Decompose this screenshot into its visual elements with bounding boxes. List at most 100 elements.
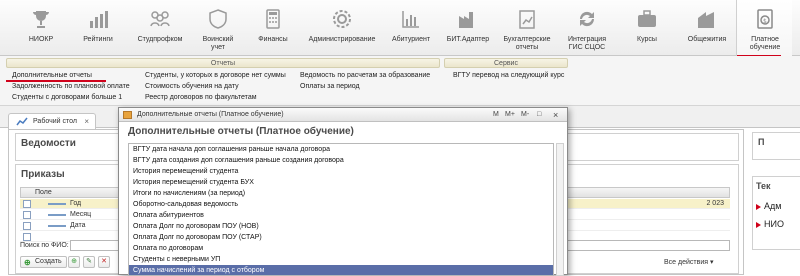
- toolbar-item-label: Бухгалтерские отчеты: [503, 36, 551, 51]
- list-item[interactable]: Студенты с неверными УП: [129, 254, 553, 265]
- tab-desktop[interactable]: Рабочий стол ×: [8, 113, 96, 129]
- create-button[interactable]: ⊕ Создать: [20, 256, 67, 268]
- calculator-icon: [266, 9, 280, 29]
- link-next-course-transfer[interactable]: ВГТУ перевод на следующий курс: [453, 72, 564, 79]
- toolbar-item-label: Платное обучение: [749, 36, 781, 51]
- toolbar-item-dormitories[interactable]: Общежития: [678, 0, 736, 56]
- row-checkbox[interactable]: [23, 222, 31, 230]
- arrow-right-icon: [756, 204, 761, 210]
- memory-plus-button[interactable]: M+: [505, 110, 515, 120]
- row-checkbox[interactable]: [23, 200, 31, 208]
- list-item-selected[interactable]: Сумма начислений за период с отбором: [129, 265, 553, 275]
- people-icon: [150, 11, 170, 27]
- memory-minus-button[interactable]: M-: [521, 110, 529, 120]
- add-icon: ⊕: [24, 258, 31, 267]
- toolbar-item-label: Абитуриент: [391, 36, 431, 43]
- toolbar-item-finance[interactable]: Финансы: [244, 0, 302, 56]
- payment-icon: $: [756, 9, 773, 29]
- grid-header-field: Поле: [35, 189, 52, 196]
- group-header-reports: Отчеты: [6, 58, 440, 68]
- link-students-multiple-contracts[interactable]: Студенты с договорами больше 1: [12, 94, 122, 101]
- arrow-right-icon: [756, 222, 761, 228]
- row-name: Месяц: [70, 211, 92, 218]
- toolbar-item-military[interactable]: Воинский учет: [192, 0, 244, 56]
- delete-button[interactable]: ✕: [98, 256, 110, 268]
- list-item[interactable]: Итоги по начислениям (за период): [129, 188, 553, 199]
- create-button-label: Создать: [35, 258, 62, 265]
- search-label: Поиск по ФИО:: [20, 242, 69, 249]
- toolbar-item-bit-adapter[interactable]: БИТ.Адаптер: [440, 0, 496, 56]
- list-item[interactable]: Оплата по договорам: [129, 243, 553, 254]
- dialog-titlebar[interactable]: Дополнительные отчеты (Платное обучение)…: [119, 108, 567, 122]
- section-toolbar: НИОКР Рейтинги Студпрофком Воинский учет…: [0, 0, 800, 57]
- edit-button[interactable]: ✎: [83, 256, 95, 268]
- copy-button[interactable]: ⊕: [68, 256, 80, 268]
- row-indent-marker: [48, 214, 66, 216]
- bar-chart-icon: [90, 11, 108, 28]
- right-tech-title: Тек: [756, 181, 771, 191]
- toolbar-item-paid-education[interactable]: $ Платное обучение: [736, 0, 792, 56]
- list-item[interactable]: История перемещений студента БУХ: [129, 177, 553, 188]
- link-education-settlement[interactable]: Ведомость по расчетам за образование: [300, 72, 430, 79]
- toolbar-item-label: Интеграция ГИС СЦОС: [568, 36, 606, 51]
- link-payments-period[interactable]: Оплаты за период: [300, 83, 360, 90]
- shield-icon: [209, 9, 227, 29]
- toolbar-item-ratings[interactable]: Рейтинги: [68, 0, 128, 56]
- right-item-nio[interactable]: НИО: [764, 219, 784, 229]
- list-scrollbar[interactable]: [556, 143, 564, 276]
- home-icon: [16, 117, 28, 126]
- row-name: Дата: [70, 222, 86, 229]
- list-item[interactable]: История перемещений студента: [129, 166, 553, 177]
- report-icon: [519, 10, 535, 29]
- row-indent-marker: [48, 225, 66, 227]
- row-checkbox[interactable]: [23, 211, 31, 219]
- link-contracts-by-faculty[interactable]: Реестр договоров по факультетам: [145, 94, 257, 101]
- dialog-heading: Дополнительные отчеты (Платное обучение): [128, 126, 354, 137]
- toolbar-item-label: БИТ.Адаптер: [446, 36, 490, 43]
- toolbar-item-studprofkom[interactable]: Студпрофком: [128, 0, 192, 56]
- building-icon: [698, 12, 714, 28]
- briefcase-icon: [638, 10, 656, 27]
- memory-button[interactable]: M: [493, 110, 499, 120]
- right-item-adm[interactable]: Адм: [764, 201, 781, 211]
- close-button[interactable]: ×: [553, 110, 558, 120]
- list-item[interactable]: Оплата Долг по договорам ПОУ (НОВ): [129, 221, 553, 232]
- toolbar-item-gis-integration[interactable]: Интеграция ГИС СЦОС: [558, 0, 616, 56]
- pencil-icon: ✎: [86, 258, 92, 265]
- close-icon[interactable]: ×: [84, 117, 89, 126]
- maximize-button[interactable]: □: [537, 110, 541, 120]
- list-item[interactable]: ВГТУ дата создания доп соглашения раньше…: [129, 155, 553, 166]
- toolbar-item-label: Финансы: [258, 36, 288, 43]
- right-panel: П Тек Адм НИО: [748, 129, 800, 275]
- list-item[interactable]: Оплата Долг по договорам ПОУ (СТАР): [129, 232, 553, 243]
- window-icon: [123, 111, 132, 119]
- link-cost-on-date[interactable]: Стоимость обучения на дату: [145, 83, 239, 90]
- toolbar-item-courses[interactable]: Курсы: [616, 0, 678, 56]
- list-item[interactable]: ВГТУ дата начала доп соглашения раньше н…: [129, 144, 553, 155]
- all-actions-menu[interactable]: Все действия ▾: [664, 258, 713, 266]
- toolbar-item-accounting-reports[interactable]: Бухгалтерские отчеты: [496, 0, 558, 56]
- toolbar-item-label: Администрирование: [308, 36, 376, 43]
- toolbar-item-label: Курсы: [637, 36, 657, 43]
- row-checkbox[interactable]: [23, 233, 31, 241]
- toolbar-item-abiturient[interactable]: Абитуриент: [382, 0, 440, 56]
- reports-list: ВГТУ дата начала доп соглашения раньше н…: [128, 143, 554, 276]
- svg-text:$: $: [763, 18, 767, 25]
- toolbar-item-admin[interactable]: Администрирование: [302, 0, 382, 56]
- link-additional-reports[interactable]: Дополнительные отчеты: [12, 72, 92, 79]
- link-planned-payment-debt[interactable]: Задолженность по плановой оплате: [12, 83, 130, 90]
- highlight-underline: [6, 80, 106, 82]
- sync-icon: [579, 11, 595, 27]
- chart-icon: [402, 11, 419, 28]
- list-item[interactable]: Оплата абитуриентов: [129, 210, 553, 221]
- factory-icon: [459, 12, 473, 28]
- toolbar-item-label: НИОКР: [28, 36, 54, 43]
- toolbar-item-niokr[interactable]: НИОКР: [14, 0, 68, 56]
- link-students-no-sum[interactable]: Студенты, у которых в договоре нет суммы: [145, 72, 286, 79]
- additional-reports-dialog: Дополнительные отчеты (Платное обучение)…: [118, 107, 568, 276]
- toolbar-item-0[interactable]: [0, 0, 14, 56]
- prikazy-title: Приказы: [21, 169, 65, 180]
- toolbar-item-label: Воинский учет: [202, 36, 234, 51]
- list-item[interactable]: Оборотно-сальдовая ведомость: [129, 199, 553, 210]
- row-name: Год: [70, 200, 82, 207]
